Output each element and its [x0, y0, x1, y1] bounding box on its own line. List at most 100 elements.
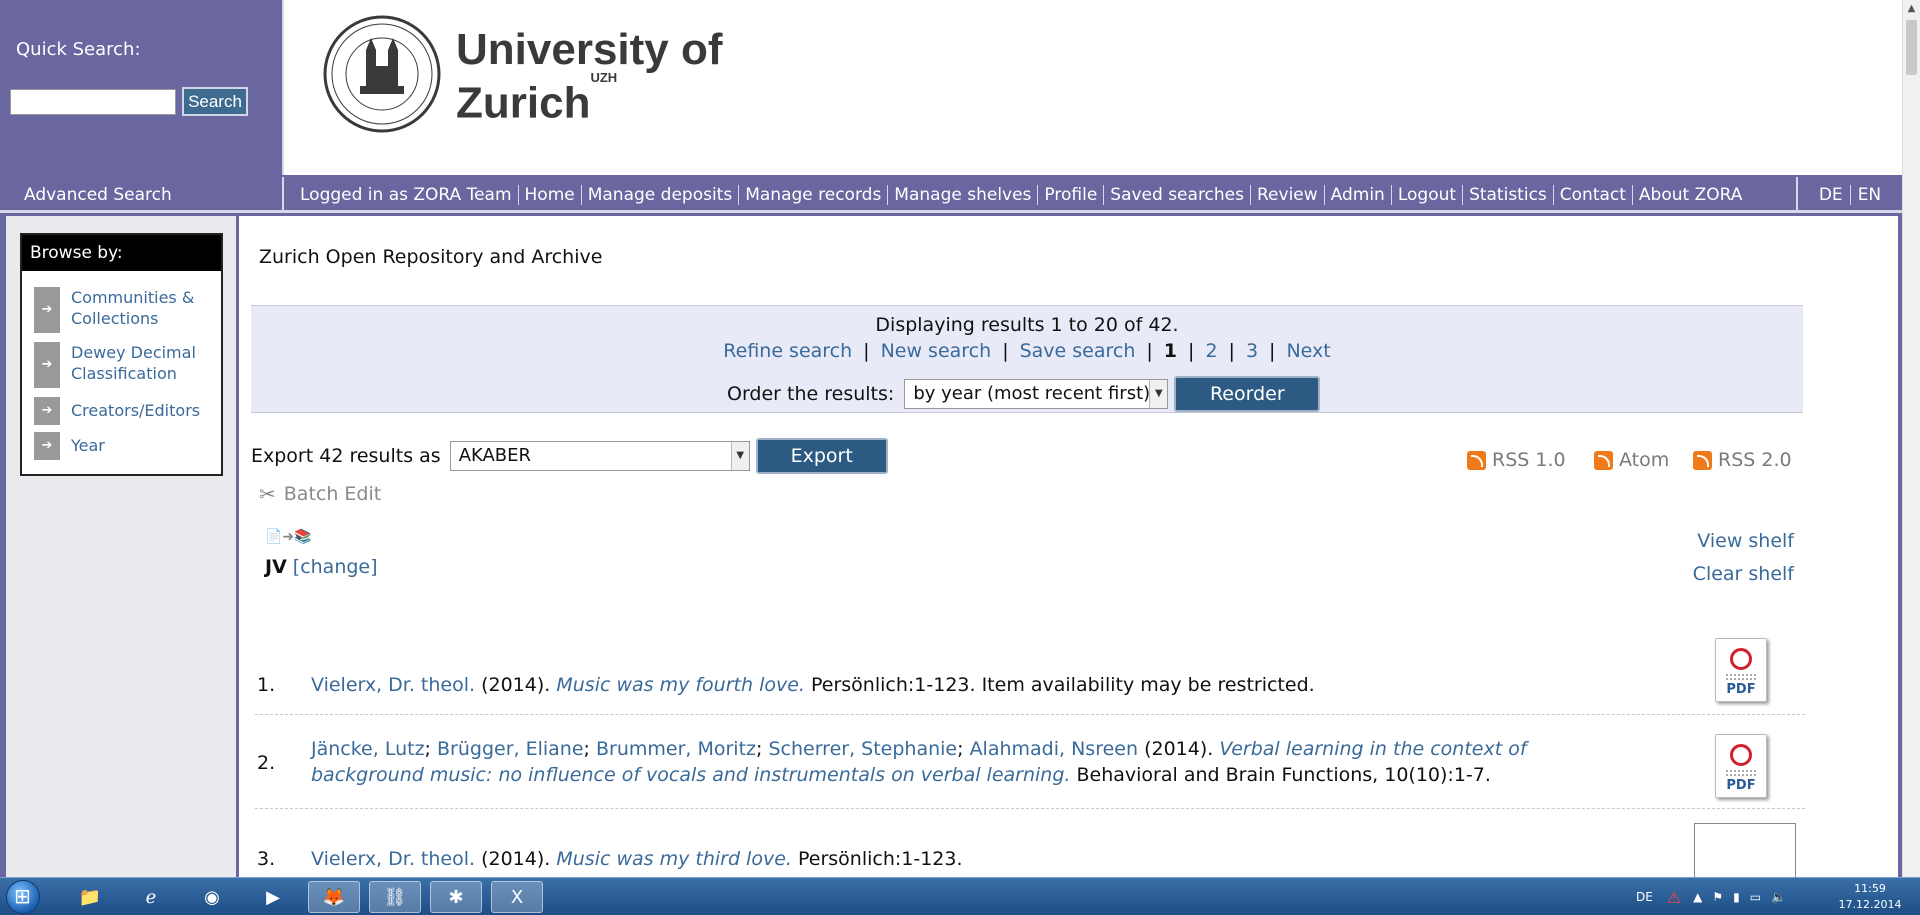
- reorder-button[interactable]: Reorder: [1174, 376, 1321, 412]
- browse-item-label[interactable]: Year: [71, 432, 201, 460]
- page-1-current: 1: [1163, 340, 1178, 362]
- clear-shelf-link[interactable]: Clear shelf: [1693, 563, 1794, 585]
- dropdown-arrow-icon[interactable]: ▼: [1149, 380, 1168, 408]
- author-link[interactable]: Scherrer, Stephanie: [768, 738, 957, 760]
- browse-item-creators[interactable]: ➔ Creators/Editors: [34, 397, 201, 425]
- explorer-icon[interactable]: 📁: [64, 881, 116, 913]
- result-item: 1. Vielerx, Dr. theol. (2014). Music was…: [257, 659, 1805, 719]
- nav-contact[interactable]: Contact: [1552, 185, 1632, 205]
- rss-icon: [1693, 450, 1712, 470]
- nav-statistics[interactable]: Statistics: [1462, 185, 1553, 205]
- battery-icon[interactable]: ▮: [1733, 890, 1740, 904]
- chrome-icon[interactable]: ◉: [186, 881, 238, 913]
- internet-explorer-icon[interactable]: ℯ: [125, 881, 177, 913]
- flag-icon[interactable]: ⚑: [1712, 890, 1723, 904]
- network-icon[interactable]: ▭: [1750, 890, 1761, 904]
- main-content: Zurich Open Repository and Archive Displ…: [236, 216, 1898, 883]
- rss-icon: [1594, 450, 1613, 470]
- result-title-link[interactable]: Verbal learning in the context of: [1219, 738, 1526, 760]
- quick-search-button[interactable]: Search: [182, 87, 248, 116]
- result-thumbnail[interactable]: [1694, 823, 1796, 883]
- result-number: 2.: [257, 752, 276, 774]
- new-search-link[interactable]: New search: [881, 340, 992, 362]
- nav-home[interactable]: Home: [517, 185, 581, 205]
- vertical-scrollbar[interactable]: ▲: [1902, 0, 1920, 877]
- firefox-icon[interactable]: 🦊: [308, 881, 360, 913]
- author-link[interactable]: Alahmadi, Nsreen: [970, 738, 1138, 760]
- nav-logout[interactable]: Logout: [1390, 185, 1462, 205]
- export-button[interactable]: Export: [755, 438, 888, 474]
- advanced-search-link[interactable]: Advanced Search: [0, 177, 284, 213]
- refine-search-link[interactable]: Refine search: [723, 340, 852, 362]
- arrow-right-icon: ➔: [34, 432, 60, 460]
- language-switcher: DE EN: [1796, 177, 1902, 213]
- clock-time: 11:59: [1854, 882, 1886, 895]
- tray-language[interactable]: DE: [1636, 890, 1653, 904]
- nav-about[interactable]: About ZORA: [1631, 185, 1748, 205]
- network-tool-icon[interactable]: ⛓: [369, 881, 421, 913]
- lang-de[interactable]: DE: [1812, 185, 1850, 205]
- media-player-icon[interactable]: ▶: [247, 881, 299, 913]
- tray-expand-icon[interactable]: ▲: [1693, 890, 1702, 904]
- result-title-link[interactable]: Music was my fourth love.: [556, 674, 805, 696]
- page-2-link[interactable]: 2: [1205, 340, 1217, 362]
- export-format-select[interactable]: AKABER ▼: [449, 441, 750, 471]
- nav-links: Logged in as ZORA Team Home Manage depos…: [294, 177, 1748, 213]
- start-button[interactable]: [6, 880, 40, 914]
- author-link[interactable]: Jäncke, Lutz: [311, 738, 425, 760]
- browse-item-label[interactable]: Dewey Decimal Classification: [71, 342, 201, 384]
- order-label: Order the results:: [727, 383, 895, 405]
- export-label: Export 42 results as: [251, 445, 441, 467]
- batch-edit-link[interactable]: ✂ Batch Edit: [259, 482, 381, 506]
- university-name-line2: ZurichUZH: [456, 70, 618, 128]
- dropdown-arrow-icon[interactable]: ▼: [730, 442, 749, 470]
- arrow-right-icon: ➔: [34, 342, 60, 388]
- next-page-link[interactable]: Next: [1286, 340, 1330, 362]
- nav-saved-searches[interactable]: Saved searches: [1103, 185, 1250, 205]
- nav-manage-deposits[interactable]: Manage deposits: [580, 185, 738, 205]
- volume-icon[interactable]: 🔈: [1771, 890, 1786, 904]
- result-title-link[interactable]: Music was my third love.: [556, 848, 792, 870]
- rss-icon: [1467, 450, 1486, 470]
- browse-item-communities[interactable]: ➔ Communities & Collections: [34, 287, 201, 333]
- shelf-change-link[interactable]: [change]: [293, 556, 378, 578]
- clock[interactable]: 11:59 17.12.2014: [1830, 881, 1910, 913]
- results-actions: Refine search | New search | Save search | 1 | 2…: [723, 340, 1331, 362]
- result-divider: [255, 808, 1805, 809]
- nav-logged-in[interactable]: Logged in as ZORA Team: [294, 185, 518, 205]
- author-link[interactable]: Vielerx, Dr. theol.: [311, 848, 475, 870]
- nav-review[interactable]: Review: [1250, 185, 1324, 205]
- pdf-icon[interactable]: PDF: [1715, 638, 1767, 702]
- order-select[interactable]: by year (most recent first) ▼: [904, 379, 1169, 409]
- shelf-name: JV: [265, 556, 287, 578]
- author-link[interactable]: Brügger, Eliane: [437, 738, 584, 760]
- rss2-feed-link[interactable]: RSS 2.0: [1693, 449, 1792, 471]
- nav-admin[interactable]: Admin: [1323, 185, 1391, 205]
- nav-manage-shelves[interactable]: Manage shelves: [887, 185, 1037, 205]
- save-search-link[interactable]: Save search: [1020, 340, 1136, 362]
- rss1-feed-link[interactable]: RSS 1.0: [1467, 449, 1566, 471]
- atom-feed-link[interactable]: Atom: [1594, 449, 1669, 471]
- uzh-sup: UZH: [590, 70, 618, 85]
- main-navbar: Advanced Search Logged in as ZORA Team H…: [0, 177, 1902, 213]
- alert-icon[interactable]: ⚠: [1667, 888, 1681, 907]
- scroll-up-icon[interactable]: ▲: [1903, 0, 1920, 17]
- browse-item-dewey[interactable]: ➔ Dewey Decimal Classification: [34, 342, 201, 388]
- author-link[interactable]: Vielerx, Dr. theol.: [311, 674, 475, 696]
- browse-item-year[interactable]: ➔ Year: [34, 432, 201, 460]
- browse-item-label[interactable]: Communities & Collections: [71, 287, 201, 329]
- quick-search-input[interactable]: [10, 89, 176, 115]
- lang-en[interactable]: EN: [1849, 185, 1888, 205]
- browse-item-label[interactable]: Creators/Editors: [71, 397, 201, 425]
- excel-icon[interactable]: X: [491, 881, 543, 913]
- view-shelf-link[interactable]: View shelf: [1697, 530, 1794, 552]
- nav-manage-records[interactable]: Manage records: [738, 185, 887, 205]
- site-header: Quick Search: Search University of Zuric…: [0, 0, 1902, 175]
- scrollbar-thumb[interactable]: [1906, 20, 1917, 75]
- result-title-link[interactable]: background music: no influence of vocals…: [311, 764, 1070, 786]
- app-icon[interactable]: ✱: [430, 881, 482, 913]
- author-link[interactable]: Brummer, Moritz: [596, 738, 756, 760]
- page-3-link[interactable]: 3: [1246, 340, 1258, 362]
- pdf-icon[interactable]: PDF: [1715, 734, 1767, 798]
- nav-profile[interactable]: Profile: [1037, 185, 1103, 205]
